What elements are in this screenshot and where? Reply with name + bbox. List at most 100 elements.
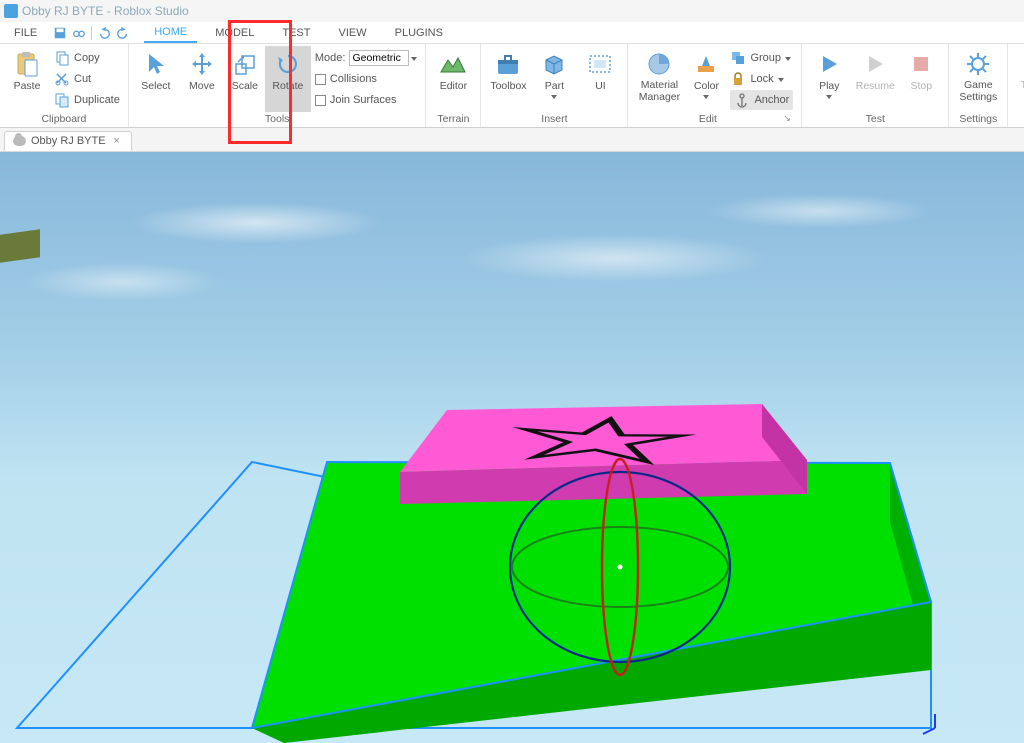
select-label: Select [141,80,170,92]
play-icon [815,50,843,78]
stop-button[interactable]: Stop [898,46,944,112]
group-test: Play Resume Stop Test [802,44,949,127]
close-icon[interactable]: × [111,135,123,147]
quick-access-toolbar [53,22,130,43]
join-surfaces-checkbox[interactable]: Join Surfaces [315,90,418,110]
file-menu[interactable]: FILE [6,22,45,43]
anchor-button[interactable]: Anchor [730,90,793,110]
stop-label: Stop [910,80,932,92]
group-action-label: Group [750,52,781,64]
collisions-checkbox[interactable]: Collisions [315,69,418,89]
ui-label: UI [595,80,606,92]
resume-icon [861,50,889,78]
select-icon [142,50,170,78]
pink-part [400,404,807,504]
tab-plugins[interactable]: PLUGINS [385,22,453,43]
group-terrain-label: Terrain [430,112,476,127]
game-settings-label: Game Settings [959,80,997,103]
dialog-launcher-icon[interactable]: ↘ [783,113,795,125]
title-bar: Obby RJ BYTE - Roblox Studio [0,0,1024,22]
mode-value[interactable] [349,50,409,66]
copy-icon [54,50,70,66]
paste-button[interactable]: Paste [4,46,50,112]
app-icon [4,4,18,18]
resume-button[interactable]: Resume [852,46,898,112]
ui-icon [586,50,614,78]
select-button[interactable]: Select [133,46,179,112]
chevron-down-icon [703,95,709,99]
chevron-down-icon [785,57,791,61]
document-tabs: Obby RJ BYTE × [0,128,1024,152]
group-test-label: Test [806,112,944,127]
annotation-highlight [228,20,292,144]
anchor-icon [734,92,750,108]
move-button[interactable]: Move [179,46,225,112]
group-edit-label: Edit [632,112,783,127]
group-clipboard: Paste Copy Cut Duplicate Clipboard [0,44,129,127]
green-part [252,462,931,743]
duplicate-label: Duplicate [74,94,120,106]
anchor-label: Anchor [754,94,789,106]
terrain-editor-button[interactable]: Editor [430,46,476,112]
team-test-button[interactable]: Team Test [1012,46,1024,112]
terrain-icon [439,50,467,78]
stop-icon [907,50,935,78]
lock-label: Lock [750,73,773,85]
binoculars-icon[interactable] [72,26,86,40]
join-surfaces-label: Join Surfaces [330,94,397,106]
document-tab-label: Obby RJ BYTE [31,135,106,147]
gear-icon [964,50,992,78]
part-button[interactable]: Part [531,46,577,112]
save-icon[interactable] [53,26,67,40]
mode-row: Mode: [315,48,418,68]
toolbox-button[interactable]: Toolbox [485,46,531,112]
color-icon [692,50,720,78]
ui-button[interactable]: UI [577,46,623,112]
viewport-3d[interactable] [0,152,1024,743]
color-label: Color [694,80,719,92]
paste-label: Paste [14,80,41,92]
move-label: Move [189,80,215,92]
resume-label: Resume [856,80,895,92]
duplicate-icon [54,92,70,108]
group-team-test-label: Team Test [1012,112,1024,127]
cut-label: Cut [74,73,91,85]
duplicate-button[interactable]: Duplicate [54,90,120,110]
tab-home[interactable]: HOME [144,22,197,43]
group-insert-label: Insert [485,112,623,127]
color-button[interactable]: Color [686,46,726,112]
group-clipboard-label: Clipboard [4,112,124,127]
group-settings: Game Settings Settings [949,44,1008,127]
group-edit: Material Manager Color Group Lock [628,44,802,127]
document-tab[interactable]: Obby RJ BYTE × [4,131,132,151]
group-action-button[interactable]: Group [730,48,793,68]
play-button[interactable]: Play [806,46,852,112]
paste-icon [13,50,41,78]
lock-icon [730,71,746,87]
redo-icon[interactable] [116,26,130,40]
checkbox-icon [315,74,326,85]
cloud-icon [13,136,26,146]
tab-view[interactable]: VIEW [328,22,376,43]
material-manager-button[interactable]: Material Manager [632,46,686,112]
copy-button[interactable]: Copy [54,48,120,68]
material-manager-label: Material Manager [638,80,680,103]
group-terrain: Editor Terrain [426,44,481,127]
chevron-down-icon [551,95,557,99]
cut-icon [54,71,70,87]
separator [91,26,92,40]
checkbox-icon [315,95,326,106]
team-test-label: Team Test [1018,80,1024,103]
scene-svg [0,152,1024,743]
cut-button[interactable]: Cut [54,69,120,89]
group-team-test: Team Test Exit Game Team Test [1008,44,1024,127]
group-settings-label: Settings [953,112,1003,127]
group-icon [730,50,746,66]
mode-dropdown[interactable] [349,50,417,66]
toolbox-label: Toolbox [490,80,526,92]
game-settings-button[interactable]: Game Settings [953,46,1003,112]
mode-label: Mode: [315,52,346,64]
undo-icon[interactable] [97,26,111,40]
menu-bar: FILE HOME MODEL TEST VIEW PLUGINS [0,22,1024,44]
lock-button[interactable]: Lock [730,69,793,89]
